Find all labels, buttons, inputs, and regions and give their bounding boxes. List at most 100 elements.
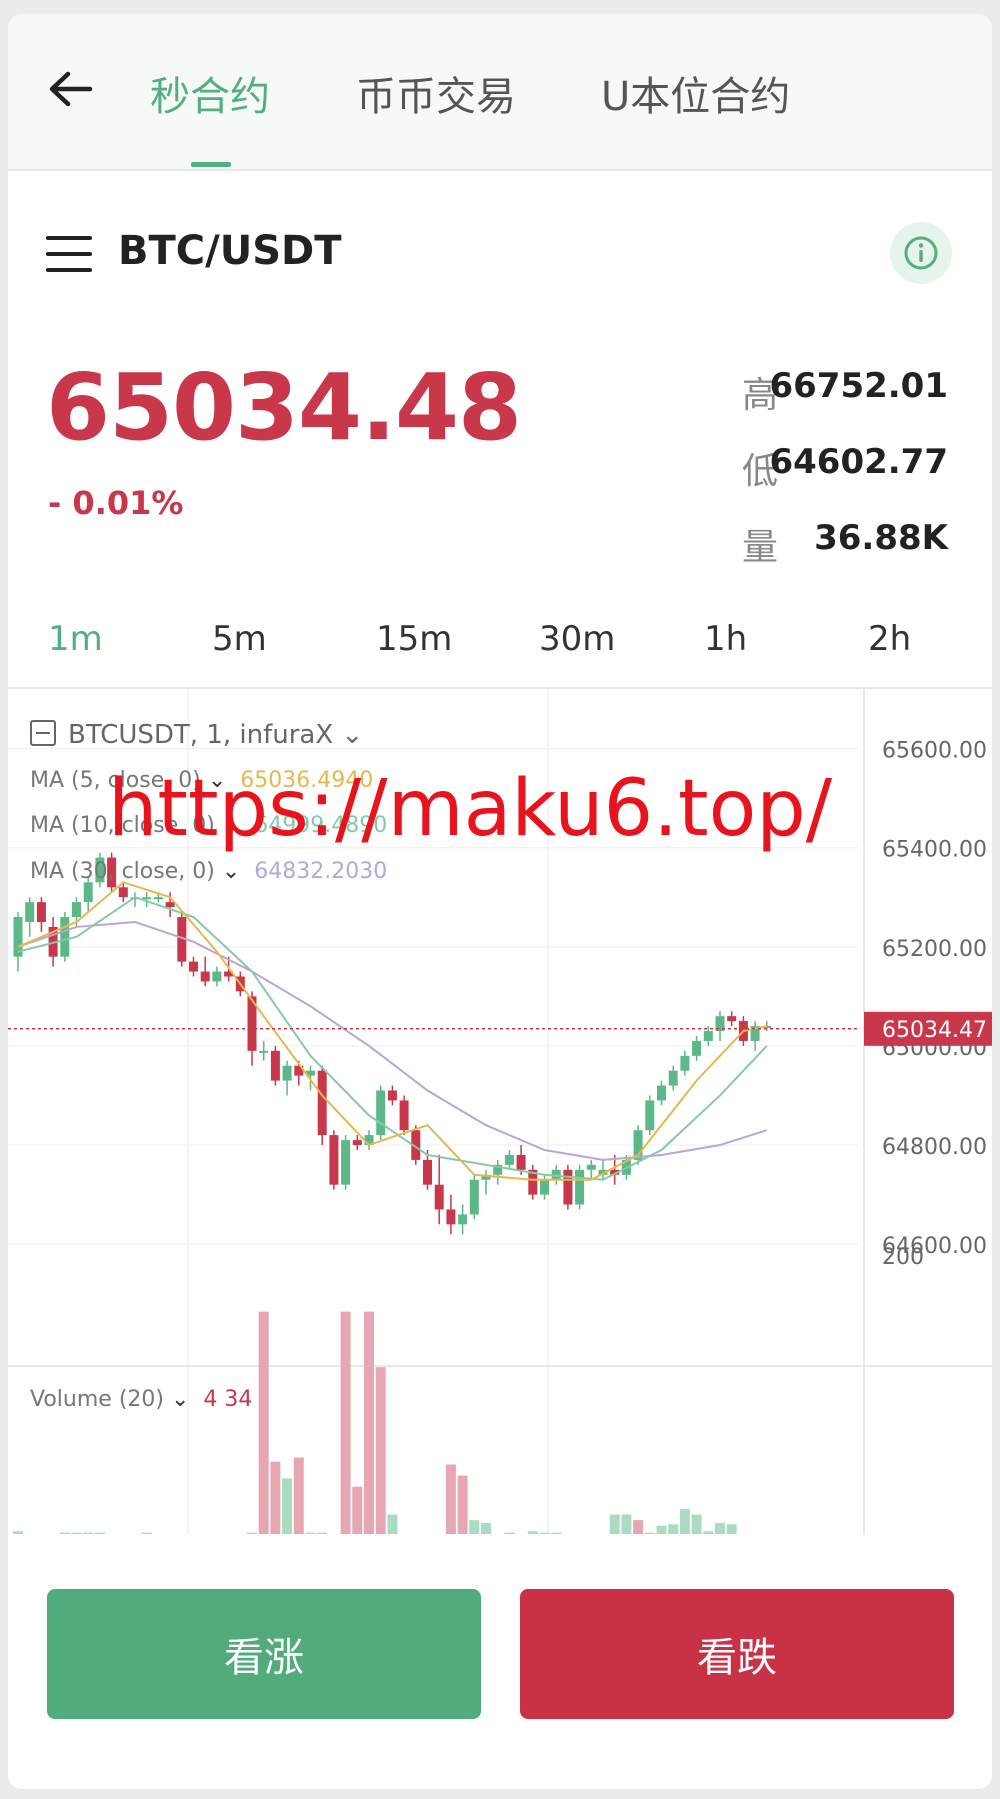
volume-bar: [293, 1457, 304, 1534]
candle[interactable]: [516, 1154, 526, 1170]
volume-bar: [352, 1486, 363, 1534]
active-tab-indicator: [191, 162, 231, 167]
y-axis-tick: 65400.00: [882, 838, 987, 863]
candle[interactable]: [341, 1140, 351, 1185]
timeframe-15m[interactable]: 15m: [376, 619, 452, 659]
volume-axis-tick: 200: [882, 1245, 924, 1270]
candle[interactable]: [387, 1090, 397, 1101]
candle[interactable]: [469, 1179, 479, 1215]
candle[interactable]: [60, 917, 70, 957]
volume-label: 量: [742, 527, 779, 568]
candle[interactable]: [165, 902, 175, 908]
volume-bar: [457, 1475, 468, 1534]
candle[interactable]: [25, 902, 35, 922]
candle[interactable]: [259, 1050, 269, 1053]
candle[interactable]: [645, 1100, 655, 1131]
candle[interactable]: [458, 1214, 468, 1225]
back-arrow-icon[interactable]: [46, 69, 94, 109]
candle[interactable]: [540, 1179, 549, 1195]
volume-bar: [504, 1532, 515, 1534]
menu-icon[interactable]: [46, 234, 92, 274]
timeframe-1m[interactable]: 1m: [48, 619, 103, 659]
chevron-down-icon[interactable]: ⌄: [215, 859, 240, 884]
candle[interactable]: [575, 1169, 585, 1205]
candle[interactable]: [118, 887, 128, 898]
low-value: 64602.77: [769, 442, 948, 482]
candle[interactable]: [142, 897, 152, 900]
volume-bar: [141, 1532, 152, 1534]
candle[interactable]: [200, 971, 210, 982]
volume-bar: [364, 1311, 374, 1534]
sell-down-button[interactable]: 看跌: [520, 1589, 954, 1719]
candle[interactable]: [446, 1209, 456, 1225]
volume-bar: [644, 1532, 655, 1534]
candle[interactable]: [153, 897, 163, 900]
candle[interactable]: [83, 882, 93, 903]
volume-bar: [621, 1514, 632, 1534]
chart-symbol-legend[interactable]: BTCUSDT, 1, infuraX ⌄: [30, 720, 363, 750]
volume-bar: [282, 1478, 293, 1534]
candle[interactable]: [36, 902, 46, 922]
volume-bar: [247, 1532, 257, 1534]
last-price: 65034.48: [46, 354, 522, 461]
timeframe-30m[interactable]: 30m: [539, 619, 615, 659]
collapse-icon[interactable]: [30, 720, 56, 746]
current-price-tag-text: 65034.47: [882, 1018, 987, 1043]
volume-bar: [679, 1508, 690, 1534]
volume-bar: [445, 1464, 456, 1534]
candle[interactable]: [72, 902, 81, 918]
volume-legend[interactable]: Volume (20) ⌄ 4 34: [30, 1387, 252, 1412]
candle[interactable]: [329, 1135, 339, 1185]
volume-bar: [551, 1532, 562, 1534]
high-value: 66752.01: [769, 366, 948, 406]
ma30-legend[interactable]: MA (30, close, 0) ⌄ 64832.2030: [30, 859, 387, 884]
candle[interactable]: [434, 1184, 444, 1210]
info-icon: [904, 236, 938, 270]
candle[interactable]: [692, 1040, 702, 1056]
volume-bar: [691, 1514, 702, 1534]
candle[interactable]: [680, 1055, 690, 1071]
candle[interactable]: [657, 1085, 666, 1101]
timeframe-2h[interactable]: 2h: [868, 619, 911, 659]
candle[interactable]: [282, 1065, 292, 1081]
ma30-value: 64832.2030: [254, 859, 388, 884]
price-change-percent: - 0.01%: [48, 484, 184, 522]
volume-indicator-label: Volume (20): [30, 1387, 164, 1412]
volume-bar: [527, 1531, 538, 1534]
tab-second-contract[interactable]: 秒合约: [150, 64, 270, 122]
timeframe-5m[interactable]: 5m: [212, 619, 267, 659]
candle[interactable]: [504, 1154, 514, 1165]
volume-bar: [13, 1531, 23, 1534]
candle[interactable]: [423, 1159, 432, 1185]
candle[interactable]: [399, 1100, 409, 1131]
volume-bar: [270, 1461, 281, 1534]
candle[interactable]: [703, 1031, 713, 1041]
candle[interactable]: [668, 1070, 678, 1086]
candle[interactable]: [189, 961, 198, 972]
y-axis-tick: 64800.00: [882, 1135, 987, 1160]
tab-usdt-futures[interactable]: U本位合约: [601, 64, 790, 122]
tab-spot-trading[interactable]: 币币交易: [356, 64, 516, 122]
volume-bar: [656, 1525, 667, 1534]
timeframe-1h[interactable]: 1h: [704, 619, 747, 659]
candle[interactable]: [376, 1090, 386, 1136]
volume-bar: [668, 1524, 679, 1534]
candle[interactable]: [352, 1140, 362, 1146]
info-button[interactable]: [890, 222, 952, 284]
candle[interactable]: [270, 1050, 280, 1081]
chevron-down-icon[interactable]: ⌄: [333, 720, 363, 750]
candle[interactable]: [563, 1169, 573, 1205]
candle[interactable]: [727, 1016, 737, 1022]
volume-bar: [726, 1524, 737, 1534]
volume-bar: [258, 1311, 269, 1534]
buy-up-button[interactable]: 看涨: [47, 1589, 481, 1719]
chevron-down-icon[interactable]: ⌄: [164, 1387, 189, 1412]
volume-bar: [317, 1532, 328, 1534]
volume-bar: [340, 1311, 351, 1534]
candle[interactable]: [586, 1164, 596, 1170]
volume-bar: [481, 1522, 491, 1534]
volume-indicator-values: 4 34: [203, 1387, 253, 1412]
candle[interactable]: [317, 1070, 327, 1136]
candle[interactable]: [212, 971, 222, 982]
pair-name[interactable]: BTC/USDT: [118, 228, 342, 274]
